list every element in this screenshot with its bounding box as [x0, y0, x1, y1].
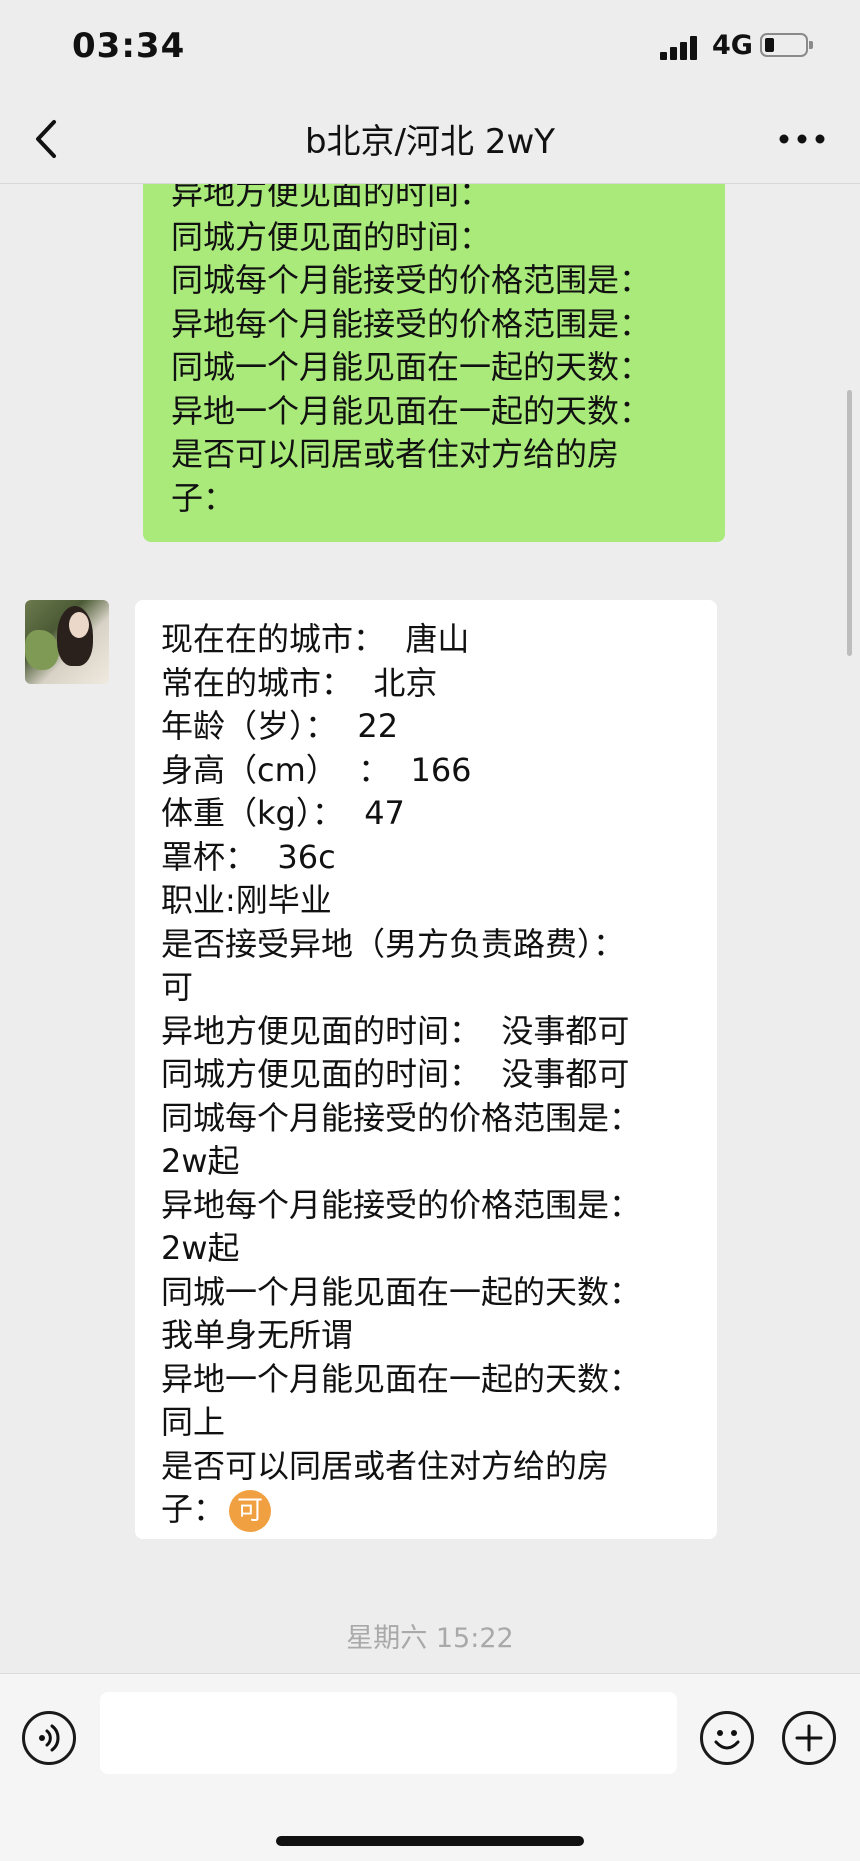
- sent-message-line: 同城一个月能见面在一起的天数：: [171, 348, 652, 386]
- input-bar: [0, 1673, 860, 1861]
- more-dots-icon[interactable]: [776, 124, 828, 154]
- ke-emoji-icon: 可: [229, 1490, 272, 1532]
- received-message-line: 我单身无所谓: [161, 1316, 354, 1354]
- chevron-left-icon[interactable]: [24, 114, 74, 164]
- received-message-line: 体重（kg）： 47: [161, 794, 405, 832]
- sent-message-bubble[interactable]: 是否接受异地（男方负责路费）异地方便见面的时间：同城方便见面的时间：同城每个月能…: [143, 184, 725, 542]
- signal-icon: [660, 36, 700, 60]
- message-input[interactable]: [100, 1692, 677, 1774]
- sent-message-line: 子：: [171, 478, 236, 517]
- voice-icon[interactable]: [22, 1711, 76, 1765]
- received-message-text: 现在在的城市： 唐山 常在的城市： 北京 年龄（岁）： 22 身高（cm） ： 166…: [161, 618, 691, 1488]
- sent-message-line: 异地方便见面的时间：: [171, 184, 492, 212]
- received-message-line: 是否接受异地（男方负责路费）：: [161, 924, 626, 963]
- received-message-line: 同城方便见面的时间： 没事都可: [161, 1055, 630, 1093]
- battery-icon: [760, 33, 813, 57]
- received-message-line: 是否可以同居或者住对方给的房: [161, 1446, 610, 1485]
- received-message-line: 异地每个月能接受的价格范围是：: [161, 1185, 642, 1224]
- received-message-line: 年龄（岁）： 22: [161, 707, 399, 745]
- received-message-line: 现在在的城市： 唐山: [161, 620, 470, 658]
- sent-message-line: 异地每个月能接受的价格范围是：: [171, 304, 652, 343]
- received-message-line: 同城一个月能见面在一起的天数：: [161, 1272, 642, 1311]
- sent-message-line: 是否可以同居或者住对方给的房: [171, 435, 620, 473]
- scrollbar[interactable]: [847, 390, 852, 656]
- network-type: 4G: [712, 30, 753, 61]
- received-message-line: 异地方便见面的时间： 没事都可: [161, 1011, 630, 1050]
- emoji-face-icon[interactable]: [700, 1711, 754, 1765]
- received-message-line: 身高（cm） ： 166: [161, 750, 472, 789]
- received-message-line: 2w起: [161, 1229, 240, 1267]
- plus-icon[interactable]: [782, 1711, 836, 1765]
- home-indicator[interactable]: [276, 1836, 584, 1846]
- message-timestamp: 星期六 15:22: [346, 1623, 514, 1654]
- avatar[interactable]: [25, 600, 109, 684]
- received-message-line: 罩杯： 36c: [161, 837, 336, 876]
- received-message-line: 异地一个月能见面在一起的天数：: [161, 1359, 642, 1398]
- received-last-line: 子：可: [161, 1488, 691, 1532]
- sent-message-line: 同城每个月能接受的价格范围是：: [171, 261, 652, 299]
- received-message-line: 常在的城市： 北京: [161, 663, 438, 702]
- received-message-line: 2w起: [161, 1142, 240, 1180]
- chat-header: b北京/河北 2wY: [0, 96, 860, 184]
- message-list[interactable]: 是否接受异地（男方负责路费）异地方便见面的时间：同城方便见面的时间：同城每个月能…: [0, 184, 860, 1673]
- status-bar: 03:34 4G: [0, 0, 860, 96]
- received-message-bubble[interactable]: 现在在的城市： 唐山 常在的城市： 北京 年龄（岁）： 22 身高（cm） ： 166…: [135, 600, 717, 1539]
- received-message-line: 同上: [161, 1403, 226, 1441]
- chat-title: b北京/河北 2wY: [304, 122, 556, 162]
- sent-message-line: 同城方便见面的时间：: [171, 217, 492, 256]
- received-message-line: 职业:刚毕业: [161, 881, 332, 919]
- received-message-line: 同城每个月能接受的价格范围是：: [161, 1098, 642, 1137]
- received-message-line: 可: [161, 968, 194, 1006]
- status-time: 03:34: [72, 26, 186, 66]
- sent-message-text: 是否接受异地（男方负责路费）异地方便见面的时间：同城方便见面的时间：同城每个月能…: [171, 184, 705, 520]
- sent-message-line: 异地一个月能见面在一起的天数：: [171, 391, 652, 430]
